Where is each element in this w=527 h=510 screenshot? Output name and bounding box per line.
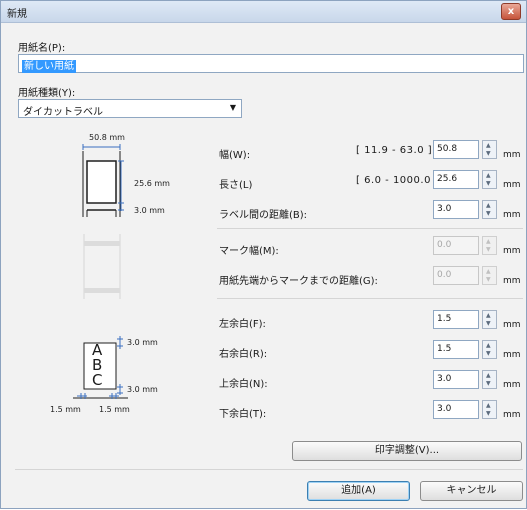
separator	[15, 469, 523, 470]
diagram-gap-label: 3.0 mm	[134, 206, 165, 215]
top-margin-input[interactable]: 3.0	[433, 370, 479, 389]
bottom-margin-spinner[interactable]: ▲ ▼	[482, 400, 497, 419]
width-label: 幅(W):	[219, 150, 251, 161]
length-range: [ 6.0 - 1000.0 ]	[356, 175, 440, 186]
mark-distance-unit: mm	[503, 276, 521, 286]
left-margin-spinner[interactable]: ▲ ▼	[482, 310, 497, 329]
diagram-width-label: 50.8 mm	[89, 133, 125, 142]
diagram-letter-b: B	[92, 356, 103, 374]
left-margin-input[interactable]: 1.5	[433, 310, 479, 329]
width-spinner[interactable]: ▲ ▼	[482, 140, 497, 159]
bottom-margin-unit: mm	[503, 410, 521, 420]
separator	[217, 298, 523, 299]
mark-distance-input[interactable]: 0.0	[433, 266, 479, 285]
mark-width-unit: mm	[503, 246, 521, 256]
mark-width-input[interactable]: 0.0	[433, 236, 479, 255]
length-spinner[interactable]: ▲ ▼	[482, 170, 497, 189]
right-margin-unit: mm	[503, 350, 521, 360]
top-margin-unit: mm	[503, 380, 521, 390]
left-margin-unit: mm	[503, 320, 521, 330]
top-margin-label: 上余白(N):	[219, 379, 268, 390]
label-gap-unit: mm	[503, 210, 521, 220]
width-input[interactable]: 50.8	[433, 140, 479, 159]
width-range: [ 11.9 - 63.0 ]	[356, 145, 433, 156]
mark-distance-label: 用紙先端からマークまでの距離(G):	[219, 276, 378, 287]
mark-width-spinner[interactable]: ▲ ▼	[482, 236, 497, 255]
diagram-height-label: 25.6 mm	[134, 179, 170, 188]
right-margin-input[interactable]: 1.5	[433, 340, 479, 359]
cancel-button[interactable]: キャンセル	[420, 481, 523, 501]
add-button[interactable]: 追加(A)	[307, 481, 410, 501]
left-margin-label: 左余白(F):	[219, 319, 266, 330]
bottom-margin-input[interactable]: 3.0	[433, 400, 479, 419]
print-adjust-button[interactable]: 印字調整(V)...	[292, 441, 522, 461]
right-margin-label: 右余白(R):	[219, 349, 268, 360]
separator	[217, 228, 523, 229]
right-margin-spinner[interactable]: ▲ ▼	[482, 340, 497, 359]
length-unit: mm	[503, 180, 521, 190]
mark-distance-spinner[interactable]: ▲ ▼	[482, 266, 497, 285]
length-label: 長さ(L)	[219, 180, 253, 191]
width-unit: mm	[503, 150, 521, 160]
label-gap-spinner[interactable]: ▲ ▼	[482, 200, 497, 219]
diagram-left-margin-label: 1.5 mm	[50, 405, 81, 414]
label-gap-label: ラベル間の距離(B):	[219, 210, 308, 221]
diagram-letter-a: A	[92, 341, 103, 359]
diagram-bottom-margin-label: 3.0 mm	[127, 385, 158, 394]
label-gap-input[interactable]: 3.0	[433, 200, 479, 219]
length-input[interactable]: 25.6	[433, 170, 479, 189]
new-paper-dialog: 新規 x 用紙名(P): 新しい用紙 用紙種類(Y): ダイカットラベル ▼ 5…	[0, 0, 527, 509]
diagram-top-margin-label: 3.0 mm	[127, 338, 158, 347]
top-margin-spinner[interactable]: ▲ ▼	[482, 370, 497, 389]
mark-width-label: マーク幅(M):	[219, 246, 279, 257]
diagram-letter-c: C	[92, 371, 103, 389]
diagram-right-margin-label: 1.5 mm	[99, 405, 130, 414]
bottom-margin-label: 下余白(T):	[219, 409, 267, 420]
